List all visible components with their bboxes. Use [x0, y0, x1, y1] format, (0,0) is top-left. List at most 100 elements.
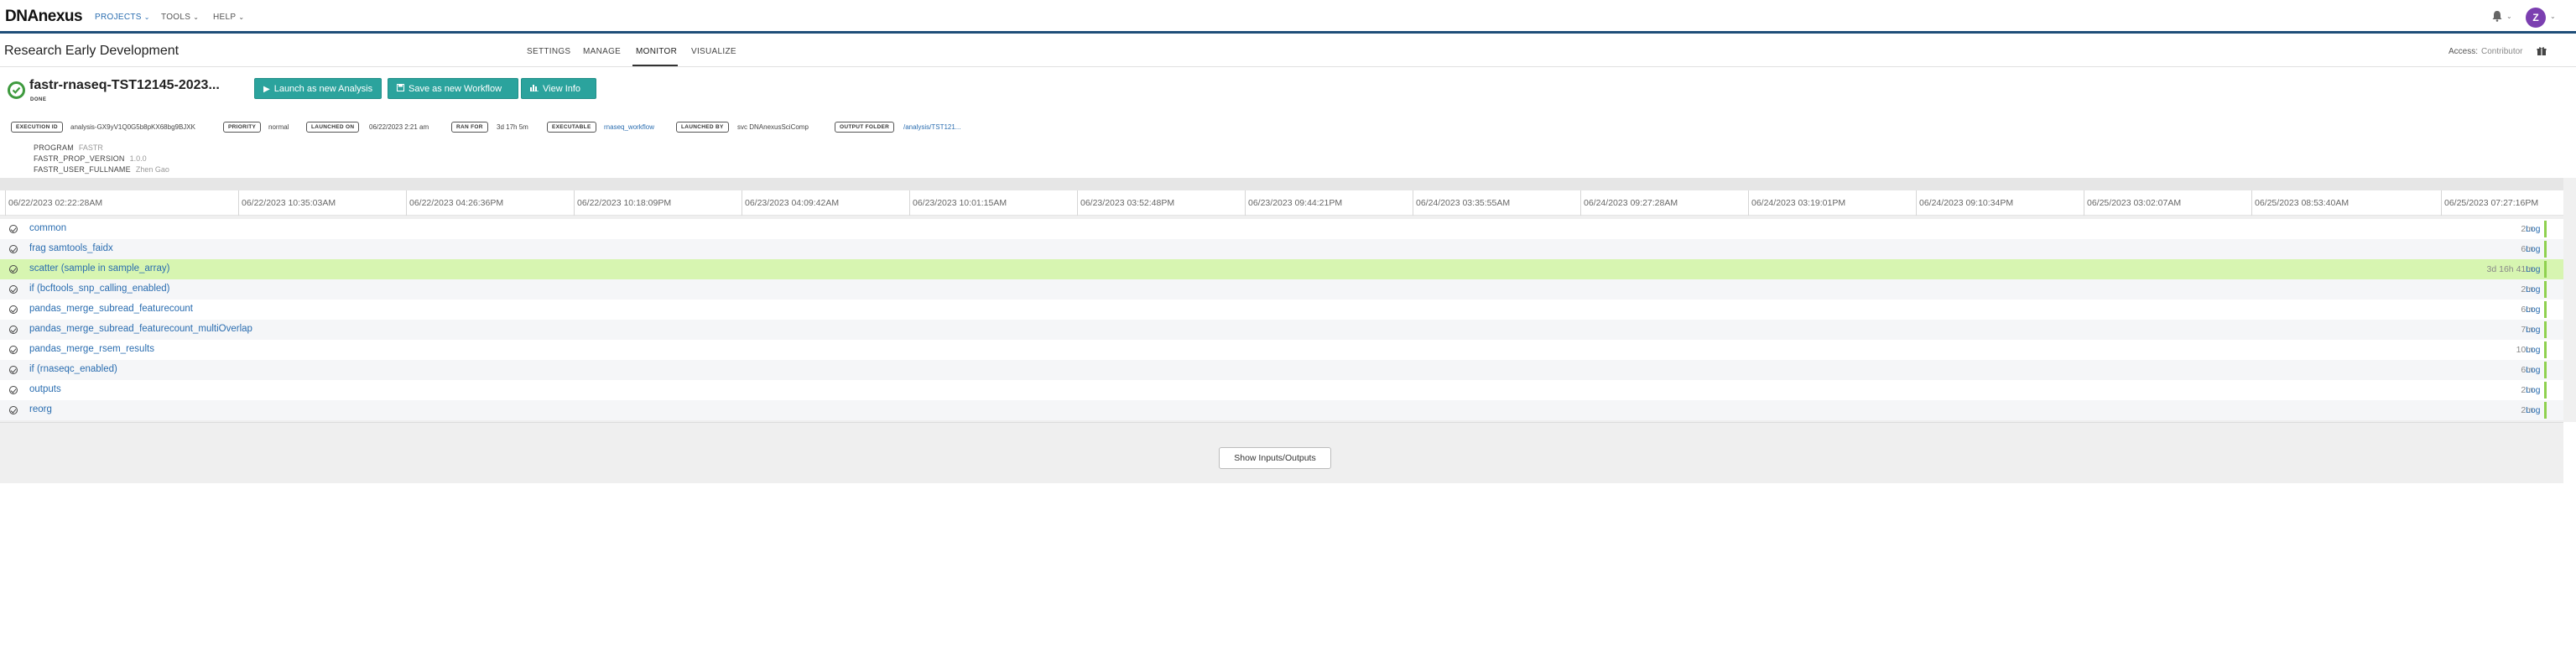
- launch-button-label: Launch as new Analysis: [273, 84, 373, 94]
- timeline-scrollbar[interactable]: [2563, 178, 2576, 422]
- stage-name-link[interactable]: pandas_merge_subread_featurecount_multiO…: [29, 324, 252, 334]
- stage-row[interactable]: if (bcftools_snp_calling_enabled) 2m Log: [0, 279, 2563, 300]
- stage-row[interactable]: frag samtools_faidx 6m Log: [0, 239, 2563, 259]
- stage-name-link[interactable]: pandas_merge_subread_featurecount: [29, 304, 193, 314]
- stage-name-link[interactable]: if (bcftools_snp_calling_enabled): [29, 284, 170, 294]
- chevron-down-icon: ⌄: [238, 13, 245, 21]
- stage-log-link[interactable]: Log: [2526, 284, 2541, 294]
- stage-row[interactable]: outputs 2m Log: [0, 380, 2563, 400]
- stage-row[interactable]: if (rnaseqc_enabled) 6m Log: [0, 360, 2563, 380]
- execution-status: DONE: [30, 97, 47, 102]
- tab-manage[interactable]: MANAGE: [583, 47, 621, 56]
- save-new-workflow-button[interactable]: Save as new Workflow: [388, 78, 518, 99]
- stage-done-icon: [9, 305, 18, 314]
- show-inputs-outputs-button[interactable]: Show Inputs/Outputs: [1219, 447, 1331, 469]
- dnanexus-logo[interactable]: DNAnexus: [5, 8, 83, 26]
- stage-done-icon: [9, 265, 18, 274]
- timeline-tick-label: 06/24/2023 09:27:28AM: [1584, 198, 1678, 208]
- stage-progress-bar: [2544, 221, 2547, 237]
- stage-name-link[interactable]: common: [29, 223, 66, 233]
- status-done-icon: [8, 81, 25, 99]
- stage-progress-bar: [2544, 281, 2547, 298]
- stage-row[interactable]: pandas_merge_rsem_results 10m Log: [0, 340, 2563, 360]
- stage-row[interactable]: scatter (sample in sample_array) 3d 16h 4…: [0, 259, 2563, 279]
- tab-monitor[interactable]: MONITOR: [636, 47, 677, 56]
- stage-log-link[interactable]: Log: [2526, 264, 2541, 274]
- stage-log-link[interactable]: Log: [2526, 244, 2541, 254]
- stage-row[interactable]: reorg 2m Log: [0, 400, 2563, 420]
- executable-link[interactable]: rnaseq_workflow: [604, 123, 654, 131]
- stage-log-link[interactable]: Log: [2526, 305, 2541, 315]
- stage-progress-bar: [2544, 382, 2547, 399]
- stage-done-icon: [9, 245, 18, 253]
- timeline-gridline: [574, 190, 575, 216]
- stage-progress-bar: [2544, 321, 2547, 338]
- user-avatar[interactable]: Z: [2526, 8, 2546, 28]
- timeline-gridline: [1077, 190, 1078, 216]
- nav-projects[interactable]: PROJECTS ⌄: [95, 13, 150, 22]
- timeline-tick-label: 06/22/2023 02:22:28AM: [8, 198, 103, 208]
- stage-log-link[interactable]: Log: [2526, 405, 2541, 415]
- timeline-tick-label: 06/24/2023 03:19:01PM: [1751, 198, 1846, 208]
- stage-progress-bar: [2544, 341, 2547, 358]
- active-tab-indicator: [632, 65, 678, 66]
- stage-name-link[interactable]: scatter (sample in sample_array): [29, 263, 169, 274]
- chevron-down-icon[interactable]: ⌄: [2506, 13, 2512, 20]
- ran-for-chip: RAN FOR: [451, 122, 488, 133]
- tab-visualize[interactable]: VISUALIZE: [691, 47, 736, 56]
- property-value: FASTR: [78, 143, 103, 152]
- timeline-tick-label: 06/23/2023 03:52:48PM: [1080, 198, 1175, 208]
- timeline-tick-label: 06/22/2023 04:26:36PM: [409, 198, 504, 208]
- stage-name-link[interactable]: if (rnaseqc_enabled): [29, 364, 117, 374]
- timeline-gridline: [238, 190, 239, 216]
- timeline-gridline: [406, 190, 407, 216]
- stage-log-link[interactable]: Log: [2526, 224, 2541, 234]
- property-row: FASTR_USER_FULLNAME Zhen Gao: [34, 165, 169, 174]
- top-navbar: DNAnexus PROJECTS ⌄ TOOLS ⌄ HELP ⌄ ⌄ Z ⌄: [0, 0, 2576, 34]
- project-title: Research Early Development: [4, 44, 180, 58]
- executable-chip: EXECUTABLE: [547, 122, 596, 133]
- launched-on-chip: LAUNCHED ON: [306, 122, 360, 133]
- chevron-down-icon: ⌄: [193, 13, 200, 21]
- view-info-button[interactable]: View Info: [521, 78, 596, 99]
- launched-by-value: svc DNAnexusSciComp: [737, 123, 809, 131]
- stage-log-link[interactable]: Log: [2526, 365, 2541, 375]
- stage-name-link[interactable]: reorg: [29, 404, 52, 414]
- property-row: FASTR_PROP_VERSION 1.0.0: [34, 154, 147, 163]
- nav-help-label: HELP: [213, 13, 237, 22]
- nav-help[interactable]: HELP ⌄: [213, 13, 244, 22]
- stage-progress-bar: [2544, 261, 2547, 278]
- stage-done-icon: [9, 406, 18, 414]
- tab-settings[interactable]: SETTINGS: [527, 47, 570, 56]
- project-header: Research Early Development SETTINGS MANA…: [0, 35, 2576, 67]
- stage-done-icon: [9, 326, 18, 334]
- execution-id-value: analysis-GX9yV1Q0G5b8pKX68bg9BJXK: [70, 123, 195, 131]
- notifications-bell-icon[interactable]: [2491, 10, 2503, 24]
- stage-log-link[interactable]: Log: [2526, 325, 2541, 335]
- timeline-gridline: [1580, 190, 1581, 216]
- gift-icon[interactable]: [2537, 45, 2547, 55]
- property-value: Zhen Gao: [135, 165, 169, 174]
- timeline-tick-label: 06/22/2023 10:35:03AM: [242, 198, 336, 208]
- output-folder-link[interactable]: /analysis/TST121...: [903, 123, 960, 131]
- access-value: Contributor: [2481, 47, 2523, 56]
- execution-id-chip: EXECUTION ID: [11, 122, 63, 133]
- timeline-tick-label: 06/23/2023 10:01:15AM: [913, 198, 1007, 208]
- stage-progress-bar: [2544, 402, 2547, 419]
- access-level: Access: Contributor: [2449, 47, 2522, 56]
- stage-log-link[interactable]: Log: [2526, 385, 2541, 395]
- stage-name-link[interactable]: pandas_merge_rsem_results: [29, 344, 154, 354]
- stage-name-link[interactable]: outputs: [29, 384, 61, 394]
- stage-log-link[interactable]: Log: [2526, 345, 2541, 355]
- nav-tools[interactable]: TOOLS ⌄: [161, 13, 199, 22]
- chevron-down-icon[interactable]: ⌄: [2550, 13, 2556, 20]
- stage-name-link[interactable]: frag samtools_faidx: [29, 243, 113, 253]
- stage-done-icon: [9, 346, 18, 354]
- launch-new-analysis-button[interactable]: ▶ Launch as new Analysis: [254, 78, 382, 99]
- timeline-tick-label: 06/22/2023 10:18:09PM: [577, 198, 672, 208]
- timeline-gridline: [2251, 190, 2252, 216]
- stage-row[interactable]: common 2m Log: [0, 219, 2563, 239]
- stage-row[interactable]: pandas_merge_subread_featurecount 6m Log: [0, 300, 2563, 320]
- ran-for-value: 3d 17h 5m: [497, 123, 528, 131]
- stage-row[interactable]: pandas_merge_subread_featurecount_multiO…: [0, 320, 2563, 340]
